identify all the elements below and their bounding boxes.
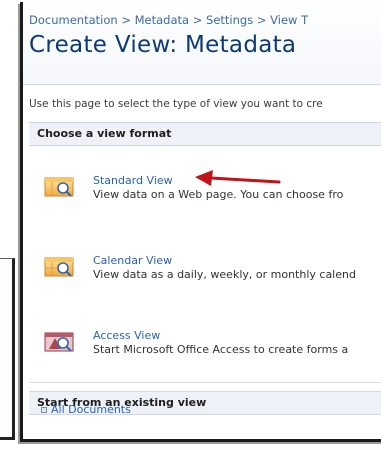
breadcrumb-item-metadata[interactable]: Metadata xyxy=(135,13,189,27)
calendar-view-description: View data as a daily, weekly, or monthly… xyxy=(93,268,356,281)
background-window xyxy=(0,258,15,440)
breadcrumb-separator: > xyxy=(192,13,203,27)
section-choose-view-format: Choose a view format xyxy=(29,122,381,146)
access-view-icon[interactable] xyxy=(39,329,77,355)
page-title: Create View: Metadata xyxy=(29,32,297,58)
section-divider xyxy=(29,382,381,383)
access-view-description: Start Microsoft Office Access to create … xyxy=(93,343,349,356)
calendar-view-icon[interactable] xyxy=(39,254,77,280)
breadcrumb-separator: > xyxy=(121,13,131,27)
standard-view-icon[interactable] xyxy=(39,174,77,200)
calendar-view-link[interactable]: Calendar View xyxy=(93,254,172,267)
page-header: Documentation > Metadata > Settings > Vi… xyxy=(23,2,381,85)
existing-view-all-documents-link[interactable]: All Documents xyxy=(51,403,131,416)
breadcrumb-item-view-type: View T xyxy=(270,13,309,27)
intro-text: Use this page to select the type of view… xyxy=(29,98,323,110)
section-heading: Choose a view format xyxy=(37,127,172,140)
breadcrumb: Documentation > Metadata > Settings > Vi… xyxy=(29,13,308,27)
access-view-link[interactable]: Access View xyxy=(93,329,160,342)
breadcrumb-item-documentation[interactable]: Documentation xyxy=(29,13,118,27)
bullet-icon xyxy=(41,407,47,413)
standard-view-link[interactable]: Standard View xyxy=(93,174,173,187)
breadcrumb-item-settings[interactable]: Settings xyxy=(206,13,253,27)
annotation-arrow-icon xyxy=(193,170,281,198)
breadcrumb-separator: > xyxy=(256,13,267,27)
create-view-page: Documentation > Metadata > Settings > Vi… xyxy=(20,2,381,442)
